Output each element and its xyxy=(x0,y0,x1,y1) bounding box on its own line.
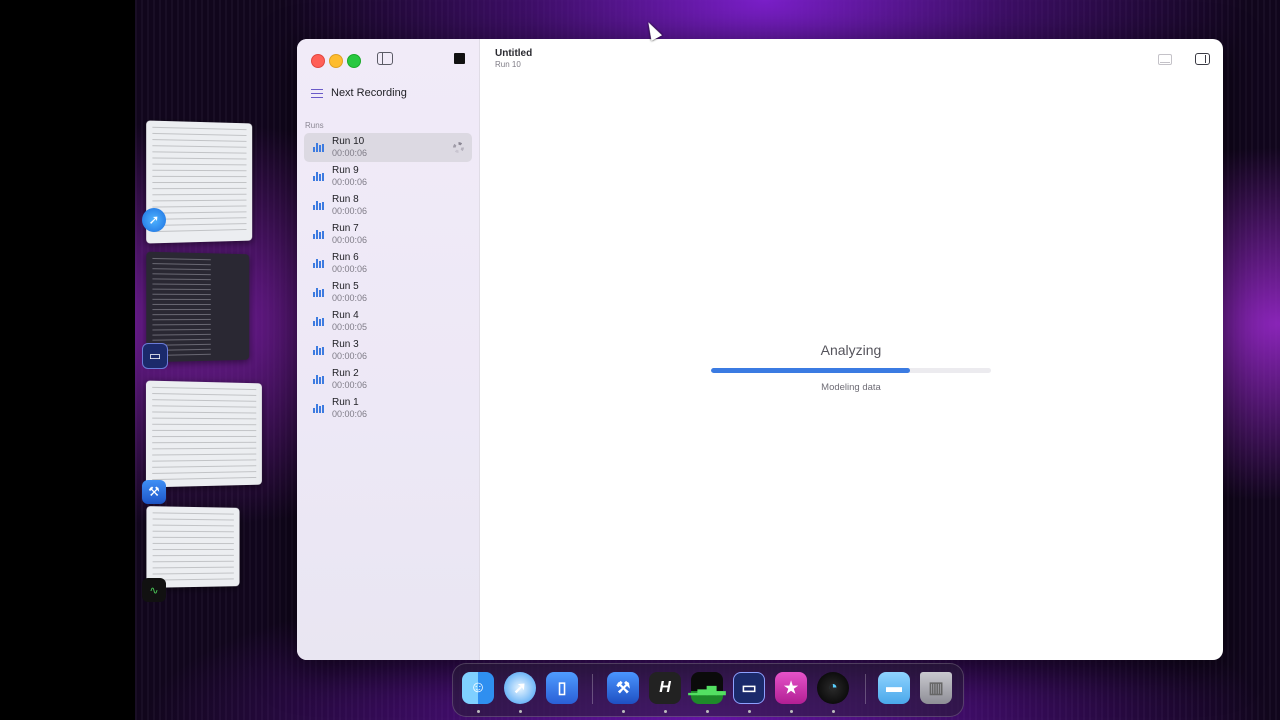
progress-bar xyxy=(711,368,991,373)
running-indicator xyxy=(519,710,522,713)
running-indicator xyxy=(748,710,751,713)
sidebar: Next Recording Runs Run 10 00:00:06 Run 9… xyxy=(297,39,480,660)
run-row[interactable]: Run 8 00:00:06 xyxy=(304,191,472,220)
bar-chart-icon xyxy=(313,346,324,355)
running-indicator xyxy=(832,710,835,713)
run-duration: 00:00:05 xyxy=(332,321,368,332)
activity-monitor-icon: ∿ xyxy=(142,578,166,602)
run-duration: 00:00:06 xyxy=(332,176,368,187)
run-name: Run 9 xyxy=(332,165,359,176)
next-recording-item[interactable]: Next Recording xyxy=(311,87,407,99)
finder-icon[interactable]: ☺ xyxy=(462,672,494,704)
bar-chart-icon xyxy=(313,288,324,297)
activity-monitor-icon[interactable]: ▁▃▅▂ xyxy=(689,672,725,704)
run-row[interactable]: Run 10 00:00:06 xyxy=(304,133,472,162)
terminal-app-icon[interactable]: ▭ xyxy=(733,672,765,704)
run-name: Run 10 xyxy=(332,136,365,147)
hammer-app-icon[interactable]: H xyxy=(649,672,681,704)
run-duration: 00:00:06 xyxy=(332,205,368,216)
speedometer-beta-icon[interactable]: ◔ xyxy=(817,672,849,704)
run-row[interactable]: Run 9 00:00:06 xyxy=(304,162,472,191)
run-duration: 00:00:06 xyxy=(332,234,368,245)
dock-separator xyxy=(592,674,593,704)
run-name: Run 6 xyxy=(332,252,359,263)
run-duration: 00:00:06 xyxy=(332,292,368,303)
running-indicator xyxy=(790,710,793,713)
running-indicator xyxy=(622,710,625,713)
stop-recording-button[interactable] xyxy=(454,53,465,64)
simulator-icon[interactable]: ▯ xyxy=(546,672,578,704)
run-name: Run 2 xyxy=(332,368,359,379)
run-name: Run 5 xyxy=(332,281,359,292)
safari-icon: ➚ xyxy=(142,208,166,232)
run-duration: 00:00:06 xyxy=(332,350,368,361)
xcode-icon: ⚒ xyxy=(142,480,166,504)
bar-chart-icon xyxy=(313,143,324,152)
running-indicator xyxy=(664,710,667,713)
sidebar-toggle-icon[interactable] xyxy=(377,52,393,65)
bar-chart-icon xyxy=(313,201,324,210)
document-subtitle: Run 10 xyxy=(495,60,521,69)
next-recording-label: Next Recording xyxy=(331,87,407,99)
run-name: Run 7 xyxy=(332,223,359,234)
run-name: Run 4 xyxy=(332,310,359,321)
progress-bar-fill xyxy=(711,368,910,373)
downloads-folder-icon[interactable]: ▬ xyxy=(878,672,910,704)
run-name: Run 1 xyxy=(332,397,359,408)
stage-thumbnail-xcode[interactable] xyxy=(145,380,262,488)
run-duration: 00:00:06 xyxy=(332,147,368,158)
screen-edge xyxy=(0,0,135,720)
status-title: Analyzing xyxy=(820,342,882,358)
run-row[interactable]: Run 7 00:00:06 xyxy=(304,220,472,249)
runs-list: Run 10 00:00:06 Run 9 00:00:06 Run 8 00:00:… xyxy=(304,133,472,423)
running-indicator xyxy=(706,710,709,713)
minimize-button[interactable] xyxy=(329,54,343,68)
list-icon xyxy=(311,88,323,99)
trash-icon[interactable]: ▥ xyxy=(920,672,952,704)
toggle-inspector-icon[interactable] xyxy=(1195,53,1210,65)
toggle-bottom-panel-icon[interactable] xyxy=(1158,54,1172,65)
analyzing-status: Analyzing Modeling data xyxy=(711,342,991,393)
progress-spinner-icon xyxy=(453,142,464,153)
bar-chart-icon xyxy=(313,230,324,239)
bar-chart-icon xyxy=(313,375,324,384)
stage-thumbnail-activity-monitor[interactable] xyxy=(146,506,240,588)
run-name: Run 3 xyxy=(332,339,359,350)
maximize-button[interactable] xyxy=(347,54,361,68)
run-duration: 00:00:06 xyxy=(332,379,368,390)
run-name: Run 8 xyxy=(332,194,359,205)
document-title: Untitled xyxy=(495,48,533,59)
bar-chart-icon xyxy=(313,317,324,326)
run-row[interactable]: Run 2 00:00:06 xyxy=(304,365,472,394)
dock: ☺ ➚ ▯ ⚒ H ▁▃▅▂ ▭ ★ ◔ ▬ ▥ xyxy=(452,663,964,717)
run-duration: 00:00:06 xyxy=(332,263,368,274)
close-button[interactable] xyxy=(311,54,325,68)
terminal-icon: ▭ xyxy=(142,343,168,369)
run-row[interactable]: Run 1 00:00:06 xyxy=(304,394,472,423)
instruments-star-icon[interactable]: ★ xyxy=(775,672,807,704)
run-row[interactable]: Run 3 00:00:06 xyxy=(304,336,472,365)
runs-section-label: Runs xyxy=(305,121,324,130)
bar-chart-icon xyxy=(313,259,324,268)
run-row[interactable]: Run 6 00:00:06 xyxy=(304,249,472,278)
bar-chart-icon xyxy=(313,404,324,413)
run-duration: 00:00:06 xyxy=(332,408,368,419)
xcode-beta-icon[interactable]: ⚒ xyxy=(607,672,639,704)
instruments-window: Next Recording Runs Run 10 00:00:06 Run 9… xyxy=(297,39,1223,660)
run-row[interactable]: Run 5 00:00:06 xyxy=(304,278,472,307)
status-detail: Modeling data xyxy=(821,382,881,393)
run-row[interactable]: Run 4 00:00:05 xyxy=(304,307,472,336)
safari-icon[interactable]: ➚ xyxy=(504,672,536,704)
bar-chart-icon xyxy=(313,172,324,181)
dock-separator xyxy=(865,674,866,704)
running-indicator xyxy=(477,710,480,713)
